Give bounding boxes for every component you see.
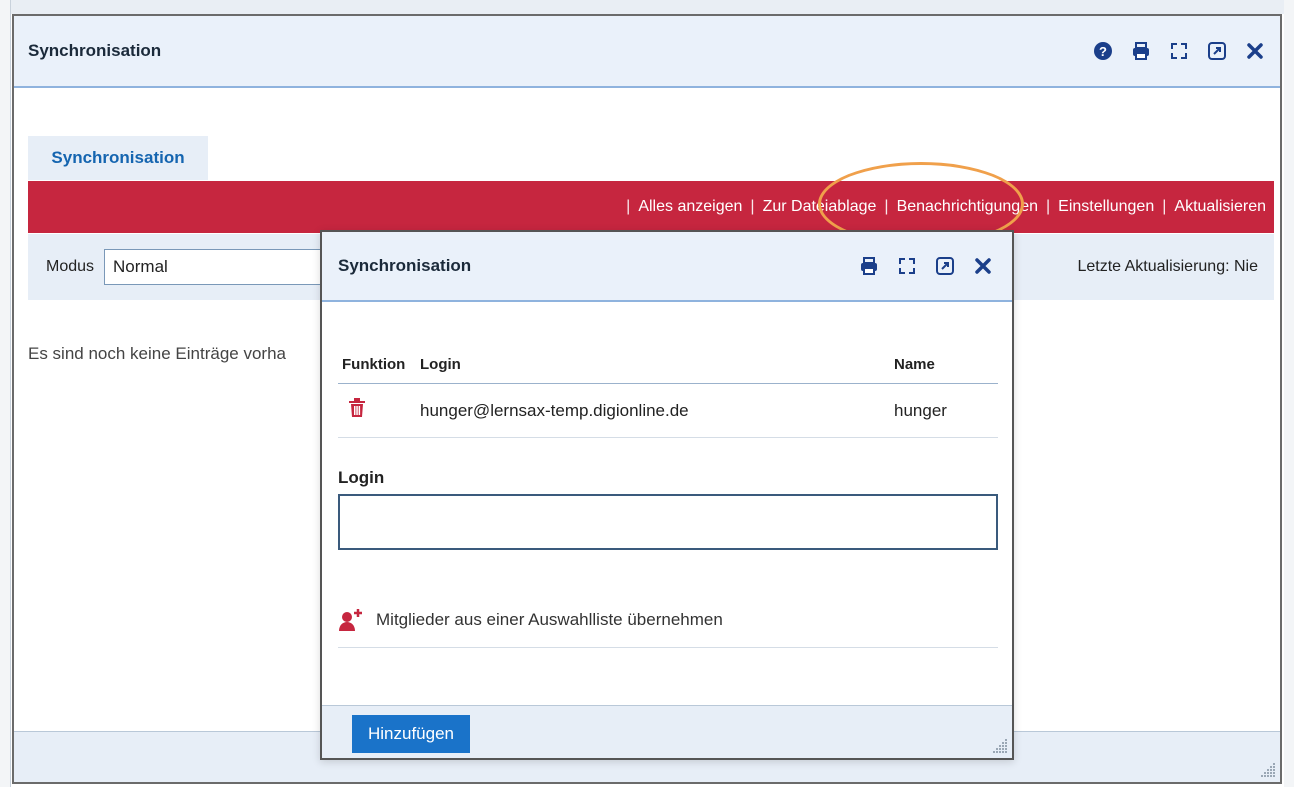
table-row: hunger@lernsax-temp.digionline.de hunger bbox=[338, 383, 998, 438]
nav-separator: | bbox=[1046, 198, 1051, 215]
inner-dialog-title: Synchronisation bbox=[338, 256, 472, 275]
popout-icon[interactable] bbox=[934, 255, 956, 277]
outer-header-icons: ? bbox=[1092, 40, 1266, 62]
add-members-from-list[interactable]: Mitglieder aus einer Auswahlliste überne… bbox=[338, 592, 998, 648]
resize-grip-icon[interactable] bbox=[992, 738, 1008, 754]
inner-header-icons bbox=[858, 255, 994, 277]
tab-synchronisation[interactable]: Synchronisation bbox=[28, 136, 208, 180]
nav-link-aktualisieren[interactable]: Aktualisieren bbox=[1174, 198, 1266, 216]
background-right-edge bbox=[1284, 0, 1294, 787]
nav-link-zur-dateiablage[interactable]: Zur Dateiablage bbox=[763, 198, 877, 216]
trash-icon[interactable] bbox=[348, 398, 366, 418]
login-input[interactable] bbox=[338, 494, 998, 550]
add-button[interactable]: Hinzufügen bbox=[352, 715, 471, 753]
close-icon[interactable] bbox=[972, 255, 994, 277]
nav-separator: | bbox=[626, 198, 631, 215]
table-cell-login: hunger@lernsax-temp.digionline.de bbox=[416, 383, 890, 438]
close-icon[interactable] bbox=[1244, 40, 1266, 62]
background-topbar bbox=[0, 0, 1294, 14]
nav-separator: | bbox=[884, 198, 889, 215]
nav-separator: | bbox=[750, 198, 755, 215]
print-icon[interactable] bbox=[858, 255, 880, 277]
print-icon[interactable] bbox=[1130, 40, 1152, 62]
outer-dialog-title: Synchronisation bbox=[28, 41, 162, 60]
table-header-row: Funktion Login Name bbox=[338, 344, 998, 384]
members-table: Funktion Login Name hunger@lernsax-temp.… bbox=[338, 344, 998, 438]
column-header-funktion: Funktion bbox=[338, 344, 416, 384]
action-nav-bar: | Alles anzeigen | Zur Dateiablage | Ben… bbox=[28, 181, 1274, 233]
column-header-login: Login bbox=[416, 344, 890, 384]
empty-message: Es sind noch keine Einträge vorha bbox=[28, 344, 286, 363]
inner-dialog-footer: Hinzufügen bbox=[322, 705, 1012, 758]
column-header-name: Name bbox=[890, 344, 998, 384]
add-user-icon bbox=[339, 608, 362, 631]
login-field-label: Login bbox=[338, 468, 385, 487]
outer-dialog-header: Synchronisation ? bbox=[14, 16, 1280, 88]
inner-dialog-header: Synchronisation bbox=[322, 232, 1012, 302]
nav-separator: | bbox=[1162, 198, 1167, 215]
fullscreen-icon[interactable] bbox=[896, 255, 918, 277]
help-icon[interactable]: ? bbox=[1092, 40, 1114, 62]
nav-link-einstellungen[interactable]: Einstellungen bbox=[1058, 198, 1154, 216]
table-cell-function bbox=[338, 383, 416, 438]
nav-link-alles-anzeigen[interactable]: Alles anzeigen bbox=[638, 198, 742, 216]
popout-icon[interactable] bbox=[1206, 40, 1228, 62]
modus-select[interactable]: Normal bbox=[104, 249, 325, 285]
fullscreen-icon[interactable] bbox=[1168, 40, 1190, 62]
modus-label: Modus bbox=[46, 258, 95, 275]
svg-text:?: ? bbox=[1099, 44, 1107, 59]
nav-link-benachrichtigungen[interactable]: Benachrichtigungen bbox=[897, 198, 1038, 216]
background-left-edge bbox=[0, 0, 11, 787]
table-cell-name: hunger bbox=[890, 383, 998, 438]
last-update-text: Letzte Aktualisierung: Nie bbox=[1077, 258, 1258, 275]
resize-grip-icon[interactable] bbox=[1260, 762, 1276, 778]
inner-dialog: Synchronisation Funktion Login Name hung… bbox=[320, 230, 1014, 760]
add-members-label: Mitglieder aus einer Auswahlliste überne… bbox=[376, 609, 723, 629]
